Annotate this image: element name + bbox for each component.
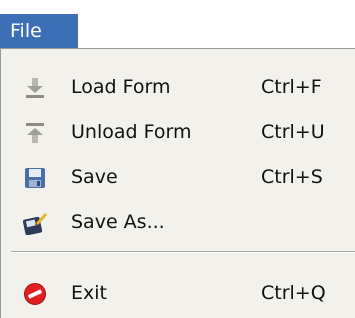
file-menu-dropdown: Load Form Ctrl+F Unload Form Ctrl+U Save… [0, 48, 355, 318]
menu-item-shortcut: Ctrl+F [261, 76, 322, 98]
menu-item-save[interactable]: Save Ctrl+S [1, 157, 355, 197]
menu-item-shortcut: Ctrl+Q [261, 282, 326, 304]
menu-item-shortcut: Ctrl+S [261, 166, 323, 188]
exit-icon [23, 282, 47, 306]
menu-item-exit[interactable]: Exit Ctrl+Q [1, 273, 355, 313]
menu-item-save-as[interactable]: Save As... [1, 202, 355, 242]
load-icon [23, 76, 47, 100]
menu-bar: File [0, 0, 355, 48]
menu-item-label: Save [71, 166, 118, 188]
file-menu-title[interactable]: File [0, 14, 78, 48]
menu-item-unload-form[interactable]: Unload Form Ctrl+U [1, 112, 355, 152]
menu-item-load-form[interactable]: Load Form Ctrl+F [1, 67, 355, 107]
menu-item-label: Load Form [71, 76, 171, 98]
save-as-icon [22, 211, 47, 236]
menu-item-shortcut: Ctrl+U [261, 121, 325, 143]
save-icon [23, 166, 47, 190]
menu-item-label: Unload Form [71, 121, 192, 143]
menu-item-label: Save As... [71, 211, 165, 233]
unload-icon [23, 121, 47, 145]
menu-item-label: Exit [71, 282, 107, 304]
menu-separator [11, 251, 355, 253]
